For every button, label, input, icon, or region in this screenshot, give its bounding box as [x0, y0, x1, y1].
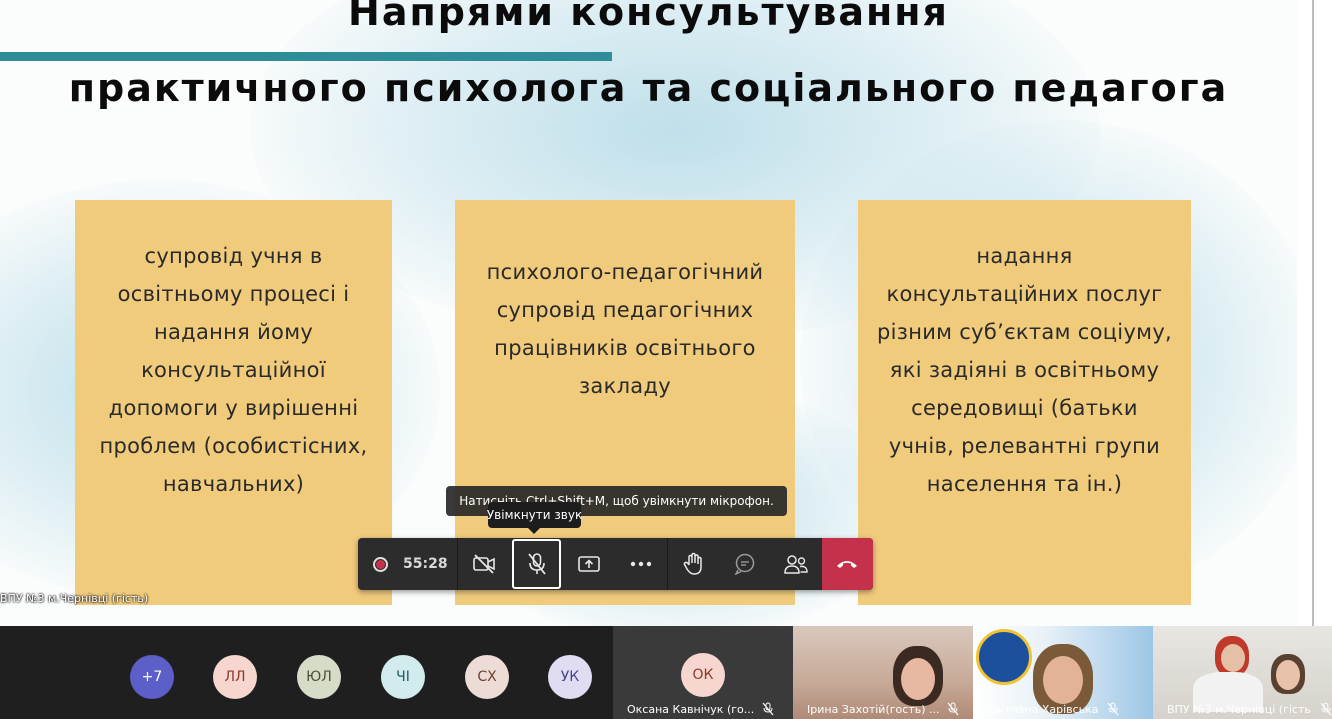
- more-participants-button[interactable]: +7: [130, 655, 174, 699]
- call-control-bar: 55:28: [358, 538, 874, 590]
- phone-hangup-icon: [837, 561, 858, 568]
- person-face: [901, 658, 935, 700]
- share-screen-icon: [578, 556, 601, 572]
- participant-avatar[interactable]: УК: [548, 655, 592, 699]
- unmute-tooltip: Увімкнути звук: [487, 502, 582, 534]
- participant-tile-active[interactable]: ОК Оксана Кавнічук (го...: [613, 626, 793, 719]
- more-options-button[interactable]: [615, 538, 666, 590]
- participant-avatar[interactable]: ЛЛ: [213, 655, 257, 699]
- person-face: [1043, 656, 1083, 704]
- card-community-services: надання консультаційних послуг різним су…: [858, 200, 1191, 605]
- participant-video-tile[interactable]: Ірина Захотій(гость) ...: [793, 626, 973, 719]
- mic-off-icon: [948, 702, 959, 716]
- participant-name-bar: ВПУ №3 м.Чернівці (гість): [1153, 699, 1332, 719]
- slide-title-line2: практичного психолога та соціального пед…: [68, 66, 1229, 110]
- more-icon: [630, 561, 652, 567]
- participant-name-bar: Оксана Кавнічук (го...: [613, 699, 793, 719]
- record-icon: [373, 556, 388, 572]
- slide-margin: [1297, 0, 1332, 626]
- participant-video-tile[interactable]: ВПУ №3 м.Чернівці (гість): [1153, 626, 1332, 719]
- card-text: надання консультаційних послуг різним су…: [876, 244, 1173, 496]
- mic-off-icon: [1107, 702, 1119, 716]
- people-icon: [784, 555, 808, 574]
- participant-name: Оксана Кавнічук (го...: [627, 702, 755, 716]
- hang-up-button[interactable]: [821, 538, 874, 590]
- call-timer: 55:28: [403, 556, 448, 572]
- participant-name-bar: Світлана Харівська: [973, 699, 1153, 719]
- participant-name: Світлана Харівська: [987, 702, 1099, 716]
- participant-name-bar: Ірина Захотій(гость) ...: [793, 699, 973, 719]
- share-screen-button[interactable]: [564, 538, 615, 590]
- recording-indicator: 55:28: [358, 538, 457, 590]
- participant-name: Ірина Захотій(гость) ...: [807, 702, 940, 716]
- chat-icon: [734, 553, 754, 575]
- raise-hand-button[interactable]: [668, 538, 719, 590]
- participant-avatar[interactable]: ЮЛ: [297, 655, 341, 699]
- presenter-name-label: ВПУ №3 м.Чернівці (гість): [0, 592, 149, 605]
- person-face: [1276, 660, 1300, 690]
- participants-button[interactable]: [770, 538, 821, 590]
- participant-name: ВПУ №3 м.Чернівці (гість): [1167, 702, 1313, 716]
- mic-off-icon: [762, 702, 774, 716]
- school-logo: [976, 629, 1032, 685]
- shared-slide: Напрями консультування практичного психо…: [0, 0, 1297, 626]
- mic-off-icon: [527, 553, 546, 575]
- scrollbar[interactable]: [1312, 0, 1314, 626]
- participant-video-tile[interactable]: Світлана Харівська: [973, 626, 1153, 719]
- participant-avatar[interactable]: СХ: [465, 655, 509, 699]
- person-face: [1221, 644, 1245, 672]
- card-text: психолого-педагогічний супровід педагогі…: [486, 260, 764, 398]
- participant-avatar[interactable]: ЧІ: [381, 655, 425, 699]
- participant-avatar: ОК: [681, 653, 725, 697]
- card-student-support: супровід учня в освітньому процесі і над…: [75, 200, 392, 605]
- camera-off-button[interactable]: [458, 538, 509, 590]
- card-text: супровід учня в освітньому процесі і над…: [99, 244, 368, 496]
- mic-off-icon: [1320, 702, 1332, 716]
- camera-off-icon: [472, 554, 495, 574]
- title-accent-bar: [0, 52, 612, 61]
- hand-icon: [683, 552, 702, 575]
- chat-button[interactable]: [719, 538, 770, 590]
- slide-title-line1: Напрями консультування: [348, 0, 949, 34]
- mic-unmute-button[interactable]: [512, 539, 561, 589]
